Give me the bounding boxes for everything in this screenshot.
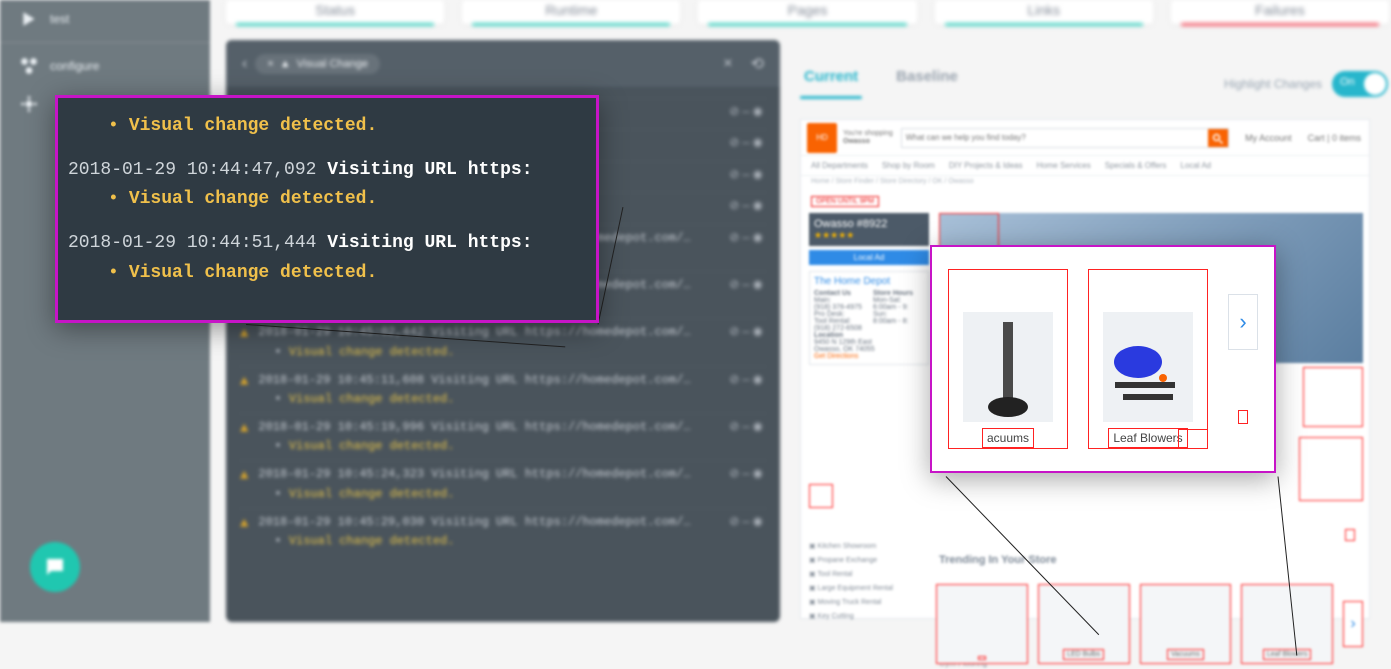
service-item[interactable]: ▣ Tool Rental bbox=[809, 567, 893, 581]
service-item[interactable]: ▣ Moving Truck Rental bbox=[809, 595, 893, 609]
search-icon bbox=[1212, 133, 1224, 145]
warning-icon: ▲ bbox=[240, 371, 248, 393]
diff-marker bbox=[1178, 429, 1208, 449]
tab-baseline[interactable]: Baseline bbox=[892, 58, 962, 97]
gear-icon bbox=[20, 95, 38, 113]
back-icon[interactable]: ‹ bbox=[242, 55, 247, 73]
row-actions[interactable]: ⊘—◉ bbox=[729, 166, 766, 185]
log-filter-pill[interactable]: × ▲ Visual Change bbox=[255, 54, 380, 74]
carousel-next-button[interactable]: › bbox=[1228, 294, 1258, 350]
comparison-tabs: Current Baseline Highlight Changes On bbox=[800, 58, 1388, 97]
log-row[interactable]: ▲2018-01-29 10:45:11,608 Visiting URL ht… bbox=[240, 366, 766, 413]
row-actions[interactable]: ⊘—◉ bbox=[729, 371, 766, 390]
search-input[interactable] bbox=[902, 129, 1208, 147]
zoom-product-leafblowers: Leaf Blowers bbox=[1088, 269, 1208, 449]
carousel-next-button[interactable]: › bbox=[1343, 601, 1363, 647]
warning-icon: ▲ bbox=[280, 58, 291, 70]
log-zoom-overlay: •Visual change detected.2018-01-29 10:44… bbox=[55, 95, 599, 323]
store-title: Owasso #8922 bbox=[814, 218, 924, 230]
store-sub: Owasso bbox=[843, 138, 893, 146]
metric-links[interactable]: Links bbox=[935, 0, 1153, 24]
sidebar-test-label: test bbox=[50, 12, 69, 26]
nav-item[interactable]: Specials & Offers bbox=[1105, 161, 1167, 170]
zoom-label-vacuums: acuums bbox=[982, 428, 1034, 448]
metric-pages[interactable]: Pages bbox=[698, 0, 916, 24]
vacuum-image bbox=[963, 312, 1053, 422]
metric-runtime[interactable]: Runtime bbox=[462, 0, 680, 24]
site-nav: All Departments Shop by Room DIY Projects … bbox=[801, 156, 1369, 176]
store-info-card: Owasso #8922 ★★★★★ Local Ad The Home Dep… bbox=[809, 213, 929, 365]
screenshot-zoom-overlay: acuums Leaf Blowers › bbox=[930, 245, 1276, 473]
highlight-changes-label: Highlight Changes bbox=[1224, 77, 1322, 91]
service-item[interactable]: ▣ Propane Exchange bbox=[809, 553, 893, 567]
configure-icon bbox=[20, 57, 38, 75]
row-actions[interactable]: ⊘—◉ bbox=[729, 229, 766, 248]
zoom-label-leafblowers: Leaf Blowers bbox=[1108, 428, 1187, 448]
log-row[interactable]: ▲2018-01-29 10:45:29,030 Visiting URL ht… bbox=[240, 508, 766, 555]
warning-icon: ▲ bbox=[240, 513, 248, 535]
nav-item[interactable]: Shop by Room bbox=[882, 161, 935, 170]
local-ad-button[interactable]: Local Ad bbox=[809, 250, 929, 265]
metric-failures[interactable]: Failures bbox=[1171, 0, 1389, 24]
store-mode: You're shopping bbox=[843, 130, 893, 138]
row-actions[interactable]: ⊘—◉ bbox=[729, 513, 766, 532]
nav-item[interactable]: Home Services bbox=[1037, 161, 1091, 170]
log-toolbar: ‹ × ▲ Visual Change × ⟲ bbox=[226, 40, 780, 88]
row-actions[interactable]: ⊘—◉ bbox=[729, 103, 766, 122]
get-directions-link[interactable]: Get Directions bbox=[814, 353, 924, 360]
chat-button[interactable] bbox=[30, 542, 80, 592]
log-row[interactable]: ▲2018-01-29 10:45:19,996 Visiting URL ht… bbox=[240, 413, 766, 460]
service-item[interactable]: ▣ Large Equipment Rental bbox=[809, 581, 893, 595]
trending-product[interactable]: Vacuums bbox=[1140, 584, 1232, 664]
close-icon[interactable]: × bbox=[723, 55, 732, 73]
play-icon bbox=[20, 10, 38, 28]
services-list: ▣ Kitchen Showroom▣ Propane Exchange▣ To… bbox=[809, 539, 893, 623]
store-address: 9450 N 129th East Owasso, OK 74055 bbox=[814, 339, 924, 353]
row-actions[interactable]: ⊘—◉ bbox=[729, 197, 766, 216]
nav-item[interactable]: DIY Projects & Ideas bbox=[949, 161, 1023, 170]
toggle-knob bbox=[1364, 73, 1386, 95]
sidebar-item-configure[interactable]: configure bbox=[0, 47, 210, 85]
row-actions[interactable]: ⊘—◉ bbox=[729, 418, 766, 437]
sidebar-configure-label: configure bbox=[50, 59, 99, 73]
trending-products: LED BulbsVacuumsLeaf Blowers› bbox=[936, 579, 1363, 669]
highlight-changes-toggle[interactable]: On bbox=[1332, 71, 1388, 97]
metrics-row: Status Runtime Pages Links Failures bbox=[226, 0, 1389, 24]
metric-status[interactable]: Status bbox=[226, 0, 444, 24]
refresh-icon[interactable]: ⟲ bbox=[751, 54, 764, 74]
diff-marker bbox=[1238, 410, 1248, 424]
trending-product[interactable] bbox=[936, 584, 1028, 664]
service-item[interactable]: ▣ Kitchen Showroom bbox=[809, 539, 893, 553]
row-actions[interactable]: ⊘—◉ bbox=[729, 134, 766, 153]
chat-icon bbox=[43, 555, 67, 579]
chevron-right-icon: › bbox=[1239, 309, 1246, 335]
hd-logo-icon: HD bbox=[807, 123, 837, 153]
row-actions[interactable]: ⊘—◉ bbox=[729, 465, 766, 484]
search-button[interactable] bbox=[1208, 129, 1228, 147]
open-until-badge: OPEN UNTIL 9PM bbox=[811, 196, 879, 207]
zoom-product-vacuums: acuums bbox=[948, 269, 1068, 449]
service-item[interactable]: ▣ Key Cutting bbox=[809, 609, 893, 623]
nav-item[interactable]: Local Ad bbox=[1180, 161, 1211, 170]
log-row[interactable]: ▲2018-01-29 10:45:24,323 Visiting URL ht… bbox=[240, 460, 766, 507]
breadcrumb: Home / Store Finder / Store Directory / … bbox=[801, 176, 1369, 190]
cart-link[interactable]: Cart | 0 items bbox=[1308, 133, 1361, 143]
warning-icon: ▲ bbox=[240, 418, 248, 440]
leafblower-image bbox=[1103, 312, 1193, 422]
warning-icon: ▲ bbox=[240, 323, 248, 345]
account-link[interactable]: My Account bbox=[1245, 133, 1292, 143]
tab-current[interactable]: Current bbox=[800, 58, 862, 97]
trending-heading: Trending In Your Store bbox=[939, 554, 1057, 566]
row-actions[interactable]: ⊘—◉ bbox=[729, 323, 766, 342]
warning-icon: ▲ bbox=[240, 465, 248, 487]
store-card-title: The Home Depot bbox=[814, 276, 924, 287]
site-search[interactable] bbox=[901, 128, 1229, 148]
trending-product[interactable]: Leaf Blowers bbox=[1241, 584, 1333, 664]
nav-item[interactable]: All Departments bbox=[811, 161, 868, 170]
sidebar-item-test[interactable]: test bbox=[0, 0, 210, 38]
trending-product[interactable]: LED Bulbs bbox=[1038, 584, 1130, 664]
row-actions[interactable]: ⊘—◉ bbox=[729, 276, 766, 295]
